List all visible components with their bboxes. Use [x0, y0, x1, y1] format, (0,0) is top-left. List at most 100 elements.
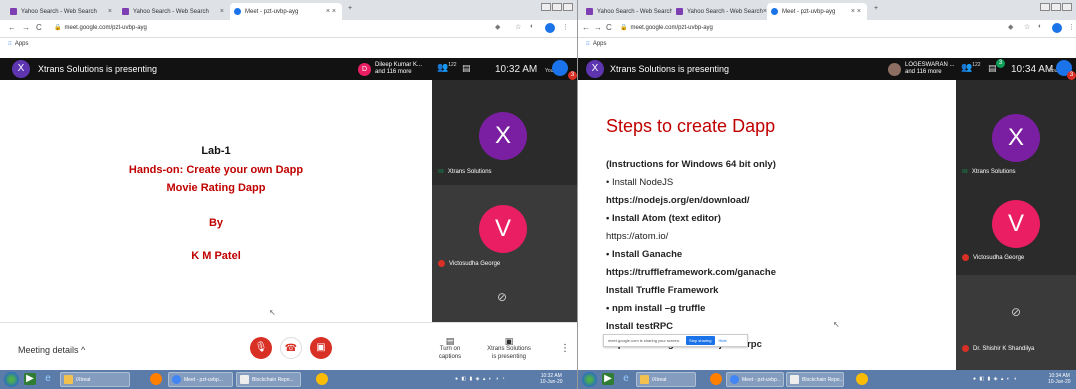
slide-title: Steps to create Dapp	[606, 116, 776, 136]
taskbar-button[interactable]: Meet - pzt-uvbp...	[168, 372, 233, 387]
close-icon[interactable]: ×	[108, 8, 112, 15]
yahoo-icon	[10, 8, 17, 15]
close-icon[interactable]: ×	[220, 8, 224, 15]
tab-yahoo-1[interactable]: Yahoo Search - Web Search×	[582, 3, 672, 20]
slide-step: Install Truffle Framework	[606, 285, 719, 296]
chat-icon[interactable]: ▤	[462, 63, 471, 74]
participant-tile[interactable]: X ııı Xtrans Solutions	[956, 80, 1076, 190]
screen-share-banner: meet.google.com is sharing your screen. …	[603, 334, 748, 347]
minimize-icon[interactable]	[541, 3, 551, 11]
participant-tile[interactable]: X ııı Xtrans Solutions	[432, 80, 577, 175]
more-icon[interactable]: ⋮	[560, 343, 570, 354]
close-window-icon[interactable]	[563, 3, 573, 11]
presenting-button[interactable]: ▣ Xtrans Solutions is presenting	[484, 337, 534, 361]
presentation-slide: Steps to create Dapp (Instructions for W…	[578, 80, 956, 370]
firefox-icon[interactable]	[710, 373, 722, 385]
hide-button[interactable]: Hide	[719, 338, 727, 343]
reload-icon[interactable]: C	[606, 23, 612, 32]
profile-avatar[interactable]	[1052, 23, 1062, 33]
windows-taskbar: ▶ e iXtreat Meet - pzt-uvbp... Blockchai…	[0, 370, 577, 389]
end-call-icon[interactable]: ☎	[280, 337, 302, 359]
extension-icon[interactable]: ◆	[1008, 23, 1013, 31]
browser-tab-bar: Yahoo Search - Web Search× Yahoo Search …	[578, 0, 1076, 20]
ie-icon[interactable]: e	[42, 373, 54, 385]
menu-icon[interactable]: ⋮	[1068, 23, 1075, 31]
forward-icon[interactable]: →	[22, 23, 30, 32]
participants-panel: X ııı Xtrans Solutions V Victosudha Georg…	[956, 80, 1076, 370]
captions-button[interactable]: ▤ Turn on captions	[430, 337, 470, 361]
chat-badge: 3	[996, 59, 1005, 68]
extension-icon[interactable]: ◆	[495, 23, 500, 31]
taskbar-button[interactable]: Meet - pzt-uvbp...	[726, 372, 784, 387]
cursor-icon: ↖	[269, 308, 276, 317]
firefox-icon[interactable]	[150, 373, 162, 385]
tab-yahoo-1[interactable]: Yahoo Search - Web Search×	[6, 3, 118, 20]
taskbar-button[interactable]: iXtreat	[636, 372, 696, 387]
participant-tile[interactable]: V Victosudha George	[432, 185, 577, 280]
people-icon[interactable]: 👥122	[437, 62, 457, 73]
url-field[interactable]: 🔒 meet.google.com/pzt-uvbp-ayg	[54, 24, 147, 31]
back-icon[interactable]: ←	[582, 23, 590, 32]
back-icon[interactable]: ←	[8, 23, 16, 32]
yahoo-icon	[676, 8, 683, 15]
meeting-details-button[interactable]: Meeting details ^	[18, 345, 85, 355]
audio-level-icon: ııı	[438, 168, 444, 175]
tab-yahoo-2[interactable]: Yahoo Search - Web Search ×	[118, 3, 230, 20]
start-button[interactable]	[4, 372, 19, 387]
mic-off-icon	[962, 345, 969, 352]
ie-icon[interactable]: e	[620, 373, 632, 385]
extension-icon[interactable]: ◐	[1038, 23, 1042, 30]
close-icon[interactable]: × ×	[851, 8, 861, 15]
presenter-avatar: X	[586, 60, 604, 78]
camera-off-icon[interactable]: ▣	[310, 337, 332, 359]
yahoo-icon	[122, 8, 129, 15]
bookmarks-bar: ⁝⁝ Apps	[586, 41, 607, 47]
new-tab-icon[interactable]: +	[348, 5, 352, 12]
menu-icon[interactable]: ⋮	[562, 23, 569, 31]
tile-name: ııı Xtrans Solutions	[962, 168, 1016, 175]
media-icon[interactable]: ▶	[24, 373, 36, 385]
url-field[interactable]: 🔒 meet.google.com/pzt-uvbp-ayg	[620, 24, 713, 31]
tab-yahoo-2[interactable]: Yahoo Search - Web Search ×	[672, 3, 767, 20]
minimize-icon[interactable]	[1040, 3, 1050, 11]
notification-badge: 3	[568, 71, 577, 80]
taskbar-button[interactable]: iXtreat	[60, 372, 130, 387]
avatar: D	[358, 62, 371, 76]
apps-grid-icon[interactable]: ⁝⁝	[8, 41, 12, 47]
mic-off-icon[interactable]: 🎙	[250, 337, 272, 359]
tab-meet[interactable]: Meet - pzt-uvbp-ayg × ×	[767, 3, 867, 20]
chrome-icon[interactable]	[316, 373, 328, 385]
stop-sharing-button[interactable]: Stop sharing	[686, 336, 715, 345]
meet-top-bar: X Xtrans Solutions is presenting D Dilee…	[0, 58, 577, 80]
start-button[interactable]	[582, 372, 597, 387]
close-icon[interactable]: × ×	[326, 8, 336, 15]
maximize-icon[interactable]	[552, 3, 562, 11]
avatar: V	[992, 200, 1040, 248]
system-tray: ● ◧ ▮ ◈ ▴ ◐ ◑	[973, 376, 1018, 382]
participant-chip[interactable]: D Dileep Kumar K... and 116 more	[358, 60, 422, 78]
new-tab-icon[interactable]: +	[874, 5, 878, 12]
extension-icon[interactable]: ◐	[530, 23, 534, 30]
reload-icon[interactable]: C	[36, 23, 42, 32]
media-icon[interactable]: ▶	[602, 373, 614, 385]
forward-icon[interactable]: →	[594, 23, 602, 32]
participant-chip[interactable]: LOGESWARAN ... and 116 more	[888, 60, 954, 78]
chrome-icon[interactable]	[856, 373, 868, 385]
slide-step: https://nodejs.org/en/download/	[606, 195, 750, 206]
slide-step: https://atom.io/	[606, 231, 669, 242]
taskbar-button[interactable]: Blockchain Repo...	[786, 372, 844, 387]
presenter-avatar: X	[12, 60, 30, 78]
participant-tile[interactable]: ⊘	[432, 280, 577, 322]
participant-tile[interactable]: ⊘ Dr. Shishir K Shandilya	[956, 275, 1076, 370]
maximize-icon[interactable]	[1051, 3, 1061, 11]
close-window-icon[interactable]	[1062, 3, 1072, 11]
tab-meet[interactable]: Meet - pzt-uvbp-ayg × ×	[230, 3, 342, 20]
you-avatar[interactable]	[552, 60, 568, 76]
star-icon[interactable]: ☆	[1024, 23, 1030, 31]
people-icon[interactable]: 👥122	[961, 62, 981, 73]
apps-grid-icon[interactable]: ⁝⁝	[586, 41, 590, 47]
participant-tile[interactable]: V Victosudha George	[956, 190, 1076, 270]
star-icon[interactable]: ☆	[515, 23, 521, 31]
profile-avatar[interactable]	[545, 23, 555, 33]
taskbar-button[interactable]: Blockchain Repo...	[236, 372, 301, 387]
